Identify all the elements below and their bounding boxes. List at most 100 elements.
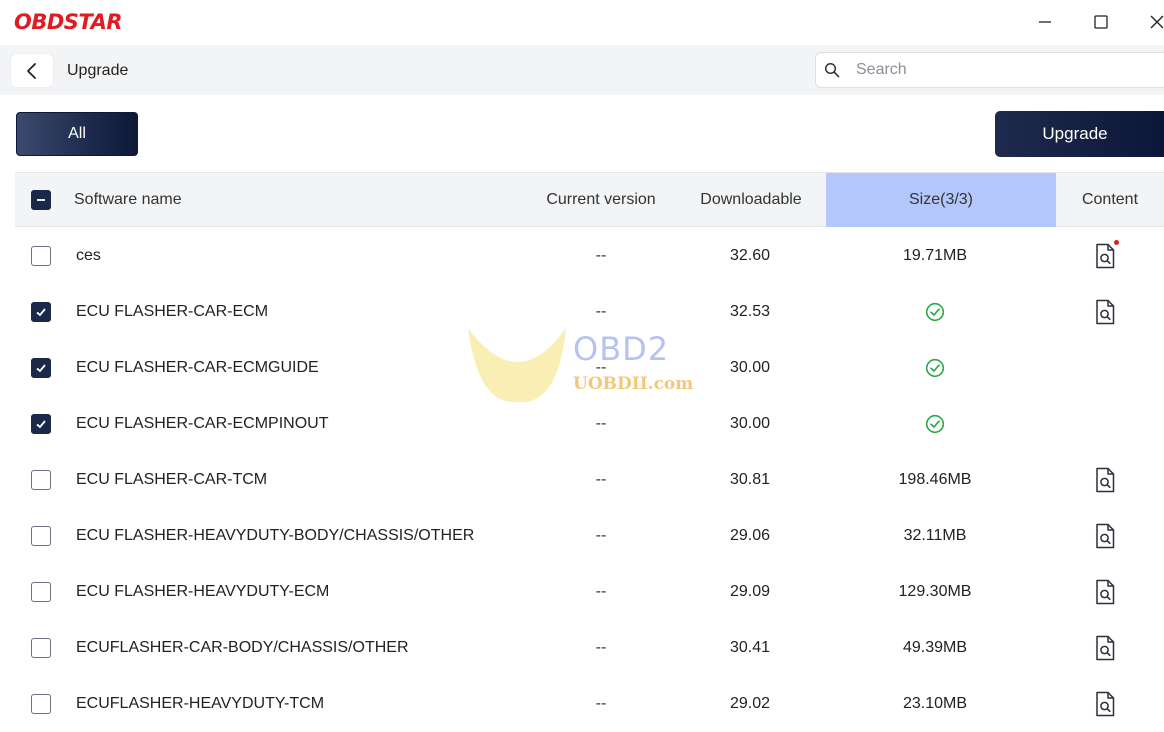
file-size: 19.71MB [902,247,968,264]
row-checkbox[interactable] [31,246,51,266]
row-checkbox-cell [31,620,51,676]
upgrade-button[interactable]: Upgrade [995,111,1164,157]
row-checkbox-cell [31,228,51,284]
content-button[interactable] [1093,691,1117,717]
content-cell [1056,508,1154,564]
row-checkbox-cell [31,564,51,620]
row-checkbox-cell [31,676,51,732]
software-name: ECU FLASHER-CAR-ECMPINOUT [76,415,329,432]
table-row[interactable]: ECU FLASHER-CAR-ECMGUIDE -- 30.00 [15,340,1164,396]
content-button[interactable] [1093,579,1117,605]
document-search-icon [1096,243,1115,269]
content-cell [1056,564,1154,620]
row-checkbox-cell [31,452,51,508]
row-checkbox[interactable] [31,414,51,434]
size-cell [826,284,1044,340]
downloadable-version: 32.60 [729,247,771,264]
document-search-icon [1096,523,1115,549]
content-cell [1056,284,1154,340]
maximize-icon [1094,15,1108,29]
maximize-button[interactable] [1086,8,1116,36]
filter-all-button[interactable]: All [16,112,138,156]
table-row[interactable]: ECU FLASHER-HEAVYDUTY-ECM -- 29.09 129.30MB [15,564,1164,620]
content-cell [1056,676,1154,732]
document-search-icon [1096,635,1115,661]
select-all-checkbox[interactable] [31,190,51,210]
table-row[interactable]: ECU FLASHER-CAR-ECMPINOUT -- 30.00 [15,396,1164,452]
downloadable-version: 30.41 [729,639,771,656]
column-header-downloadable[interactable]: Downloadable [687,173,815,227]
page-title: Upgrade [67,62,129,79]
minimize-button[interactable] [1030,8,1060,36]
document-search-icon [1096,467,1115,493]
table-row[interactable]: ECUFLASHER-HEAVYDUTY-TCM -- 29.02 23.10MB [15,676,1164,732]
check-circle-icon [925,302,945,322]
downloadable-version: 30.81 [729,471,771,488]
close-button[interactable] [1142,8,1164,36]
row-checkbox[interactable] [31,694,51,714]
current-version: -- [595,303,607,320]
row-checkbox[interactable] [31,638,51,658]
check-icon [36,364,46,373]
column-header-current-version[interactable]: Current version [515,173,687,227]
content-button[interactable] [1093,523,1117,549]
table-row[interactable]: ECU FLASHER-CAR-ECM -- 32.53 [15,284,1164,340]
software-name: ECUFLASHER-HEAVYDUTY-TCM [76,695,325,712]
file-size: 23.10MB [902,695,968,712]
current-version: -- [595,639,607,656]
size-cell: 49.39MB [826,620,1044,676]
column-header-size[interactable]: Size(3/3) [826,173,1056,227]
table-row[interactable]: ECU FLASHER-HEAVYDUTY-BODY/CHASSIS/OTHER… [15,508,1164,564]
row-checkbox[interactable] [31,358,51,378]
app-logo: OBDSTAR [14,10,123,34]
chevron-left-icon [27,62,36,79]
column-header-software-name[interactable]: Software name [74,173,182,227]
content-button[interactable] [1093,467,1117,493]
column-header-content[interactable]: Content [1056,173,1164,227]
table-row[interactable]: ces -- 32.60 19.71MB [15,228,1164,284]
content-cell [1056,396,1154,452]
title-bar: OBDSTAR [0,0,1164,45]
current-version: -- [595,695,607,712]
software-name: ECU FLASHER-CAR-TCM [76,471,268,488]
software-name: ECU FLASHER-CAR-ECM [76,303,269,320]
search-box[interactable] [815,52,1164,88]
table-row[interactable]: ECUFLASHER-CAR-BODY/CHASSIS/OTHER -- 30.41… [15,620,1164,676]
downloadable-version: 29.02 [729,695,771,712]
table-row[interactable]: ECU FLASHER-CAR-TCM -- 30.81 198.46MB [15,452,1164,508]
software-name: ces [76,247,101,264]
software-name: ECU FLASHER-HEAVYDUTY-BODY/CHASSIS/OTHER [76,527,475,544]
row-checkbox[interactable] [31,526,51,546]
current-version: -- [595,527,607,544]
file-size: 49.39MB [902,639,968,656]
content-button[interactable] [1093,240,1119,269]
check-icon [36,420,46,429]
current-version: -- [595,247,607,264]
content-cell [1056,452,1154,508]
current-version: -- [595,471,607,488]
content-button[interactable] [1093,635,1117,661]
check-circle-icon [925,414,945,434]
document-search-icon [1096,691,1115,717]
content-button[interactable] [1093,299,1117,325]
downloadable-version: 32.53 [729,303,771,320]
row-checkbox-cell [31,284,51,340]
row-checkbox[interactable] [31,470,51,490]
back-button[interactable] [11,54,53,87]
downloadable-version: 29.09 [729,583,771,600]
file-size: 32.11MB [903,527,967,544]
search-icon [824,62,840,78]
software-name: ECUFLASHER-CAR-BODY/CHASSIS/OTHER [76,639,409,656]
search-input[interactable] [856,59,1156,81]
table-header: Software name Current version Downloadab… [15,172,1164,227]
current-version: -- [595,415,607,432]
row-checkbox[interactable] [31,302,51,322]
software-name: ECU FLASHER-CAR-ECMGUIDE [76,359,319,376]
row-checkbox[interactable] [31,582,51,602]
downloadable-version: 29.06 [729,527,771,544]
size-cell: 19.71MB [826,228,1044,284]
dash-icon [37,199,45,201]
check-circle-icon [925,358,945,378]
content-cell [1056,620,1154,676]
check-icon [36,308,46,317]
